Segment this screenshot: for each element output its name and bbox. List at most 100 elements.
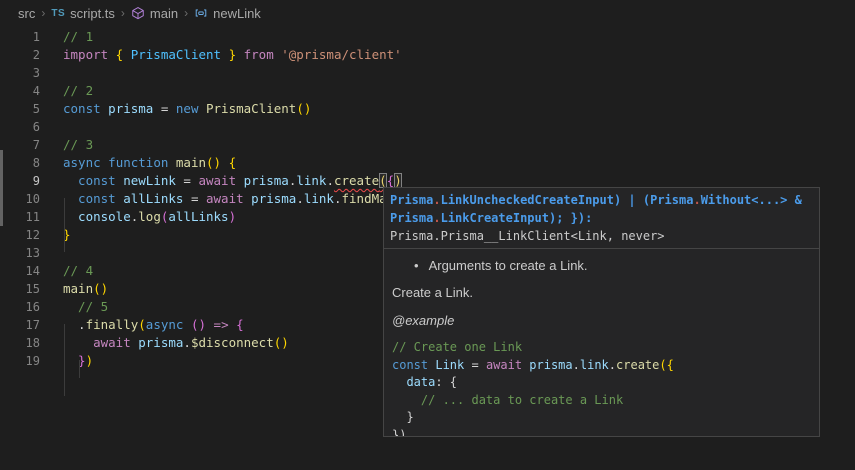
example-code-line: }) [392, 427, 811, 438]
line-content: // 3 [40, 136, 93, 154]
code-token: allLinks [116, 191, 184, 206]
line-content: const allLinks = await prisma.link.findM… [40, 190, 417, 208]
line-number[interactable]: 16 [0, 298, 40, 316]
line-number[interactable]: 14 [0, 262, 40, 280]
hover-signature: Prisma.LinkUncheckedCreateInput) | (Pris… [384, 188, 819, 248]
hover-description: Create a Link. [392, 285, 811, 300]
code-token: ( [138, 317, 146, 332]
code-token: $disconnect [191, 335, 274, 350]
code-token: const [392, 358, 428, 372]
code-token: } [221, 47, 244, 62]
code-token: . [326, 173, 334, 188]
code-token: : { [435, 375, 457, 389]
line-number[interactable]: 11 [0, 208, 40, 226]
code-token: ( [379, 173, 387, 188]
code-token: ({ [659, 358, 673, 372]
breadcrumb-label: script.ts [70, 6, 115, 21]
code-token: ) [86, 353, 94, 368]
code-token: } [63, 353, 86, 368]
code-token: await [198, 173, 236, 188]
signature-line: Prisma.LinkCreateInput); }): [390, 209, 813, 227]
code-token: () [191, 317, 206, 332]
line-number[interactable]: 15 [0, 280, 40, 298]
code-line-1[interactable]: 1// 1 [0, 28, 855, 46]
signature-line: Prisma.Prisma__LinkClient<Link, never> [390, 227, 813, 245]
breadcrumb-item-src[interactable]: src [18, 6, 35, 21]
example-code-line: // ... data to create a Link [392, 392, 811, 410]
line-number[interactable]: 5 [0, 100, 40, 118]
line-number[interactable]: 17 [0, 316, 40, 334]
code-token: await [206, 191, 244, 206]
code-token: await [486, 358, 522, 372]
breadcrumb-separator: › [41, 6, 45, 20]
code-token: // 3 [63, 137, 93, 152]
code-token [221, 155, 229, 170]
line-number[interactable]: 19 [0, 352, 40, 370]
line-content: // 1 [40, 28, 93, 46]
line-number[interactable]: 12 [0, 226, 40, 244]
line-number[interactable]: 18 [0, 334, 40, 352]
code-token: // ... data to create a Link [392, 393, 623, 407]
code-line-7[interactable]: 7 // 3 [0, 136, 855, 154]
example-code-line: // Create one Link [392, 339, 811, 357]
line-content: console.log(allLinks) [40, 208, 236, 226]
typescript-icon: TS [51, 8, 65, 19]
code-line-6[interactable]: 6 [0, 118, 855, 136]
line-content: } [40, 226, 71, 244]
line-number[interactable]: 2 [0, 46, 40, 64]
code-token: () [296, 101, 311, 116]
code-token: ) [229, 209, 237, 224]
line-content: // 2 [40, 82, 93, 100]
indent-guide [64, 198, 65, 252]
hover-example-tag: @example [392, 313, 811, 328]
line-number[interactable]: 10 [0, 190, 40, 208]
breadcrumb-item-newLink[interactable]: newLink [194, 6, 261, 21]
code-line-5[interactable]: 5const prisma = new PrismaClient() [0, 100, 855, 118]
code-token: const [63, 173, 116, 188]
code-token: = [464, 358, 486, 372]
breadcrumb-item-main[interactable]: main [131, 6, 178, 21]
code-token: { [236, 317, 244, 332]
code-token: = [153, 101, 176, 116]
line-number[interactable]: 13 [0, 244, 40, 262]
line-content [40, 64, 63, 82]
hover-tooltip[interactable]: Prisma.LinkUncheckedCreateInput) | (Pris… [383, 187, 820, 437]
bullet-icon: • [414, 258, 419, 273]
code-token: . [433, 211, 440, 225]
signature-line: Prisma.LinkUncheckedCreateInput) | (Pris… [390, 191, 813, 209]
line-number[interactable]: 4 [0, 82, 40, 100]
code-token: }) [392, 428, 406, 438]
line-content: // 4 [40, 262, 93, 280]
code-token: . [296, 191, 304, 206]
code-token: create [334, 173, 379, 188]
indent-guide [79, 360, 80, 378]
hover-docs: • Arguments to create a Link. Create a L… [384, 249, 819, 328]
line-number[interactable]: 1 [0, 28, 40, 46]
code-token: () [274, 335, 289, 350]
code-token: . [183, 335, 191, 350]
code-token: // Create one Link [392, 340, 522, 354]
line-number[interactable]: 9 [0, 172, 40, 190]
hover-example-code: // Create one Linkconst Link = await pri… [384, 337, 819, 437]
line-number[interactable]: 3 [0, 64, 40, 82]
code-token: Prisma [390, 193, 433, 207]
code-line-8[interactable]: 8async function main() { [0, 154, 855, 172]
line-number[interactable]: 7 [0, 136, 40, 154]
line-number[interactable]: 6 [0, 118, 40, 136]
code-token: link [304, 191, 334, 206]
breadcrumb-item-script.ts[interactable]: TS script.ts [51, 6, 115, 21]
code-token: finally [86, 317, 139, 332]
code-line-3[interactable]: 3 [0, 64, 855, 82]
vscode-editor-window: src›TSscript.ts›main›newLink 1// 12impor… [0, 0, 855, 470]
code-token: ) [394, 173, 402, 188]
code-line-2[interactable]: 2import { PrismaClient } from '@prisma/c… [0, 46, 855, 64]
code-token: prisma [244, 191, 297, 206]
code-token: prisma [522, 358, 573, 372]
code-token: . [693, 193, 700, 207]
code-token: data [392, 375, 435, 389]
line-number[interactable]: 8 [0, 154, 40, 172]
code-line-4[interactable]: 4// 2 [0, 82, 855, 100]
code-token: prisma [236, 173, 289, 188]
line-content: async function main() { [40, 154, 236, 172]
line-content: await prisma.$disconnect() [40, 334, 289, 352]
